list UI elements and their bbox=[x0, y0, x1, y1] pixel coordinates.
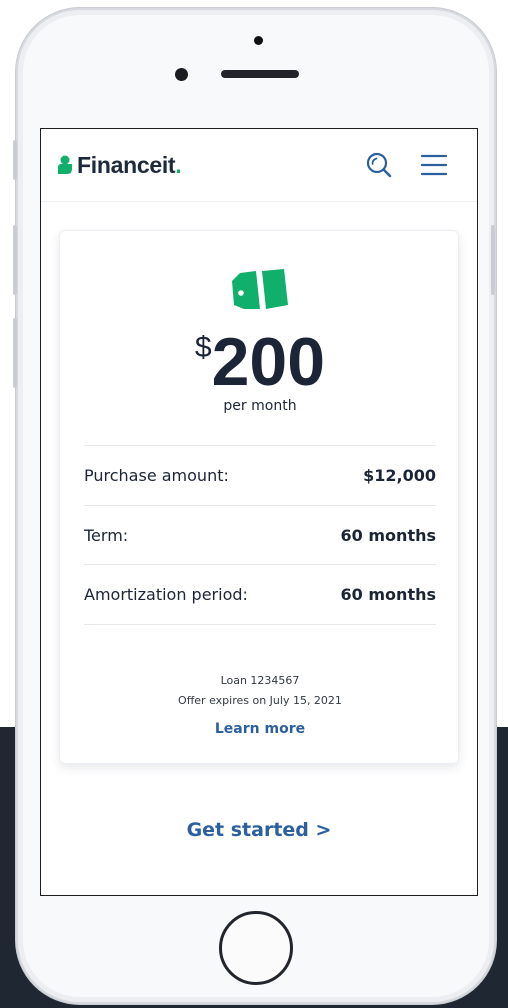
per-month-label: per month bbox=[223, 398, 297, 414]
loan-offer-card: $200 per month Purchase amount: $12,000 … bbox=[59, 230, 459, 764]
detail-label: Amortization period: bbox=[84, 585, 248, 604]
hamburger-menu-icon[interactable] bbox=[421, 153, 447, 177]
financeit-logo[interactable]: Financeit. bbox=[57, 151, 182, 179]
offer-expiry: Offer expires on July 15, 2021 bbox=[178, 694, 342, 707]
front-camera bbox=[175, 68, 188, 81]
phone-volume-down-button bbox=[13, 318, 17, 388]
detail-value: $12,000 bbox=[363, 466, 436, 485]
logo-mark-icon bbox=[58, 155, 72, 174]
detail-value: 60 months bbox=[340, 585, 436, 604]
get-started-link[interactable]: Get started > bbox=[41, 819, 477, 841]
phone-screen: Financeit. $200 per month Purchase amoun… bbox=[40, 128, 478, 896]
divider bbox=[84, 624, 436, 625]
phone-power-button bbox=[491, 225, 495, 295]
currency-symbol: $ bbox=[194, 331, 212, 364]
earpiece-speaker bbox=[221, 70, 299, 78]
price-tag-icon bbox=[232, 269, 288, 309]
detail-row-term: Term: 60 months bbox=[84, 505, 436, 565]
detail-label: Term: bbox=[84, 526, 129, 545]
brand-name: Financeit bbox=[77, 151, 176, 178]
detail-label: Purchase amount: bbox=[84, 466, 229, 485]
phone-side-button bbox=[13, 140, 17, 180]
monthly-payment-amount: $200 bbox=[60, 323, 460, 401]
learn-more-link[interactable]: Learn more bbox=[60, 721, 460, 737]
top-navigation-bar: Financeit. bbox=[41, 129, 477, 202]
loan-number: Loan 1234567 bbox=[220, 674, 300, 687]
brand-dot: . bbox=[175, 151, 182, 178]
phone-home-button[interactable] bbox=[219, 911, 293, 985]
detail-row-purchase-amount: Purchase amount: $12,000 bbox=[84, 445, 436, 505]
search-icon[interactable] bbox=[365, 151, 393, 179]
monthly-payment-value: 200 bbox=[211, 324, 326, 400]
detail-value: 60 months bbox=[340, 526, 436, 545]
proximity-sensor bbox=[254, 36, 263, 45]
phone-volume-up-button bbox=[13, 225, 17, 295]
detail-row-amortization-period: Amortization period: 60 months bbox=[84, 564, 436, 624]
